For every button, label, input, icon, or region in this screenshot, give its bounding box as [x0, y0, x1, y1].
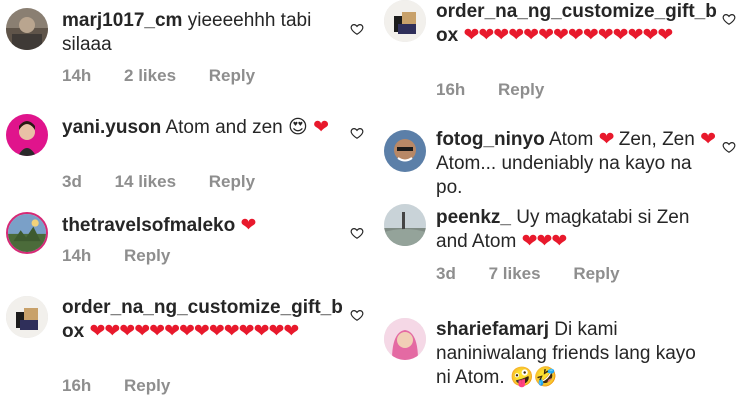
reply-button[interactable]: Reply [124, 376, 170, 395]
comment-meta: 16h Reply [436, 80, 572, 100]
comment-meta: 14h 2 likes Reply [62, 66, 283, 86]
avatar[interactable] [384, 130, 426, 172]
reply-button[interactable]: Reply [498, 80, 544, 99]
avatar[interactable] [6, 114, 48, 156]
emoji-reaction: 🤪🤣 [509, 367, 558, 388]
avatar[interactable] [384, 204, 426, 246]
comment-text: marj1017_cm yieeeehhh tabi silaaa [62, 10, 312, 55]
comment-meta: 3d 14 likes Reply [62, 172, 283, 192]
heart-outline-icon[interactable] [722, 12, 736, 26]
comment-time: 14h [62, 246, 92, 265]
comment-time: 14h [62, 66, 92, 85]
comment-username[interactable]: fotog_ninyo [436, 129, 545, 150]
comment-likes[interactable]: 7 likes [489, 264, 541, 283]
heart-emoji: ❤ [598, 129, 615, 150]
comment-text: fotog_ninyo Atom ❤ Zen, Zen ❤ Atom... un… [436, 129, 716, 198]
comment-username[interactable]: thetravelsofmaleko [62, 215, 235, 236]
comment-text: yani.yuson Atom and zen 😍 ❤ [62, 117, 329, 138]
comment-meta: 14h Reply [62, 246, 198, 266]
comment-meta: 16h Reply [62, 376, 198, 396]
comment-username[interactable]: marj1017_cm [62, 10, 182, 31]
comment-username[interactable]: peenkz_ [436, 207, 511, 228]
heart-emoji: ❤ [313, 117, 329, 138]
comment-likes[interactable]: 2 likes [124, 66, 176, 85]
avatar[interactable] [6, 8, 48, 50]
reply-button[interactable]: Reply [209, 66, 255, 85]
comment-meta: 3d 7 likes Reply [436, 264, 648, 284]
comment-text: shariefamarj Di kami naniniwalang friend… [436, 319, 696, 388]
right-column: order_na_ng_customize_gift_b ox ❤❤❤❤❤❤❤❤… [380, 0, 750, 400]
heart-outline-icon[interactable] [350, 226, 364, 240]
comment-time: 3d [436, 264, 456, 283]
heart-emoji: ❤ [240, 215, 256, 236]
heart-outline-icon[interactable] [350, 308, 364, 322]
comment-time: 16h [62, 376, 92, 395]
avatar[interactable] [384, 0, 426, 42]
avatar[interactable] [6, 212, 48, 254]
heart-outline-icon[interactable] [350, 126, 364, 140]
avatar[interactable] [384, 318, 426, 360]
heart-emoji-row: ❤❤❤❤❤❤❤❤❤❤❤❤❤❤ [463, 25, 673, 46]
avatar[interactable] [6, 296, 48, 338]
left-column: marj1017_cm yieeeehhh tabi silaaa 14h 2 … [0, 0, 375, 400]
comment-text: order_na_ng_customize_gift_b ox ❤❤❤❤❤❤❤❤… [436, 0, 717, 48]
reply-button[interactable]: Reply [124, 246, 170, 265]
heart-emoji-row: ❤❤❤ [521, 231, 568, 252]
comment-text: peenkz_ Uy magkatabi si Zen and Atom ❤❤❤ [436, 207, 690, 252]
comment-username[interactable]: shariefamarj [436, 319, 549, 340]
comment-time: 3d [62, 172, 82, 191]
comment-likes[interactable]: 14 likes [115, 172, 176, 191]
heart-emoji: ❤ [700, 129, 716, 150]
heart-outline-icon[interactable] [722, 140, 736, 154]
comment-text: thetravelsofmaleko ❤ [62, 214, 347, 238]
comment-text: order_na_ng_customize_gift_b ox ❤❤❤❤❤❤❤❤… [62, 296, 343, 344]
heart-outline-icon[interactable] [350, 22, 364, 36]
comment-username[interactable]: yani.yuson [62, 117, 161, 138]
reply-button[interactable]: Reply [573, 264, 619, 283]
comment-time: 16h [436, 80, 466, 99]
reply-button[interactable]: Reply [209, 172, 255, 191]
heart-emoji-row: ❤❤❤❤❤❤❤❤❤❤❤❤❤❤ [89, 321, 299, 342]
